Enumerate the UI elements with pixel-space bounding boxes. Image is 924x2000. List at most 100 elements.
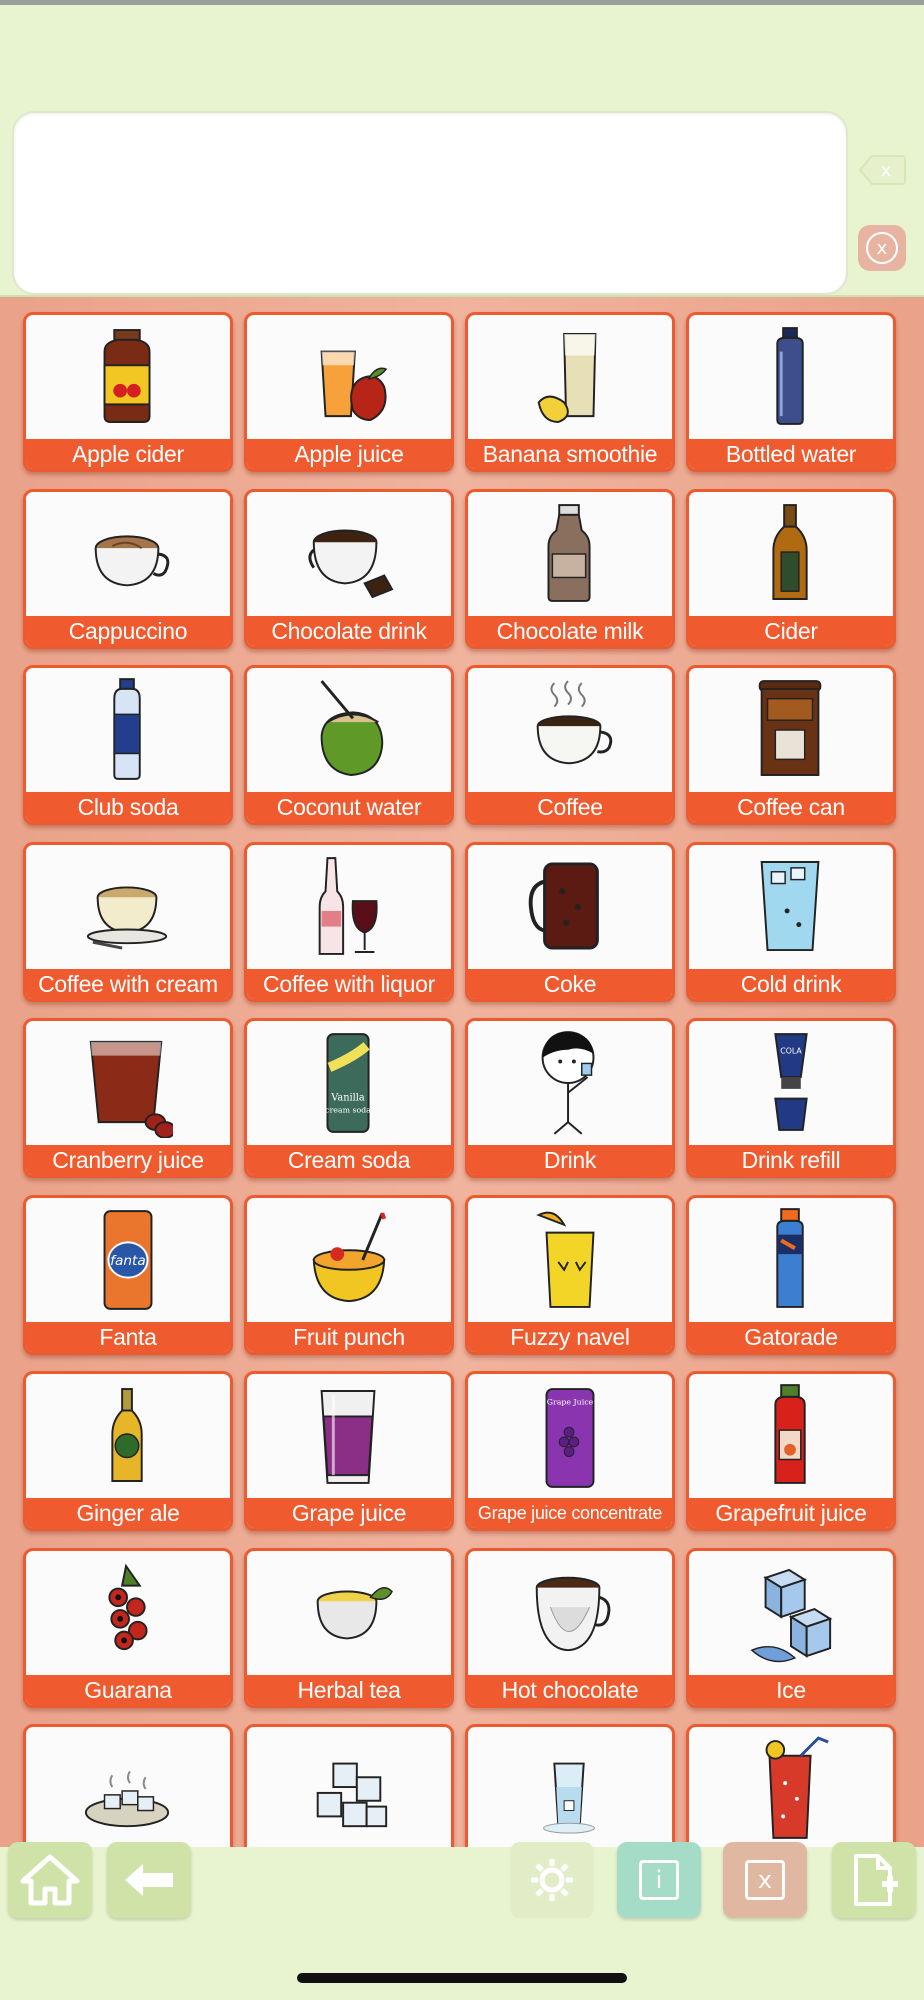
new-page-button[interactable] [832, 1842, 916, 1918]
coke-mug-icon [528, 861, 599, 950]
symbol-tile[interactable]: Drink [465, 1018, 675, 1178]
symbol-tile[interactable] [465, 1724, 675, 1847]
tile-image [247, 1378, 451, 1494]
symbol-tile[interactable]: Ice [686, 1547, 896, 1708]
tile-image [689, 496, 893, 612]
symbol-tile[interactable] [23, 1724, 233, 1847]
symbol-tile[interactable]: COLA Drink refill [686, 1018, 896, 1178]
symbol-tile[interactable]: Banana smoothie [465, 312, 675, 472]
symbol-tile[interactable]: Cider [686, 488, 896, 649]
tile-image [247, 849, 451, 965]
tile-label: Ginger ale [26, 1498, 230, 1528]
tile-label: Grape juice [247, 1498, 451, 1528]
symbol-tile[interactable]: Grape juice [244, 1371, 454, 1531]
tile-label: Cappuccino [26, 615, 230, 646]
tile-image: fanta [26, 1202, 230, 1318]
symbol-tile[interactable]: Coffee with cream [23, 841, 233, 1002]
symbol-tile[interactable]: Coffee can [686, 665, 896, 825]
tile-image [26, 496, 230, 612]
symbol-tile[interactable]: Cold drink [686, 841, 896, 1002]
tile-image [468, 672, 672, 788]
symbol-tile[interactable]: Gatorade [686, 1194, 896, 1355]
glass-of-water-icon [543, 1762, 595, 1834]
chocolate-drink-icon [308, 529, 394, 598]
close-button[interactable]: x [723, 1842, 807, 1918]
tile-label: Coffee can [689, 792, 893, 822]
gatorade-bottle-icon [776, 1207, 804, 1308]
tile-image [26, 1731, 230, 1847]
symbol-tile[interactable]: Herbal tea [244, 1547, 454, 1708]
home-icon [20, 1854, 80, 1906]
grapefruit-juice-icon [774, 1384, 806, 1484]
symbol-tile[interactable]: Chocolate milk [465, 488, 675, 649]
symbol-tile[interactable]: Grape Juice Grape juice concentrate [465, 1371, 675, 1531]
tile-label: Coke [468, 968, 672, 999]
symbol-tile[interactable]: Fuzzy navel [465, 1194, 675, 1355]
apple-juice-icon [320, 350, 388, 422]
tile-label: Coffee with cream [26, 968, 230, 999]
home-button[interactable] [8, 1842, 92, 1918]
hot-chocolate-icon [535, 1576, 611, 1651]
symbol-tile[interactable]: Grapefruit juice [686, 1371, 896, 1531]
settings-button[interactable] [510, 1842, 594, 1918]
symbol-tile[interactable]: Apple cider [23, 312, 233, 472]
tile-image [468, 1555, 672, 1671]
tile-image [247, 1202, 451, 1318]
symbol-tile[interactable]: Fruit punch [244, 1194, 454, 1355]
banana-smoothie-icon [537, 332, 597, 423]
backspace-button[interactable]: x [858, 150, 906, 190]
symbol-tile[interactable]: Chocolate drink [244, 488, 454, 649]
tile-image [468, 849, 672, 965]
svg-text:Vanilla: Vanilla [330, 1093, 365, 1104]
symbol-tile[interactable] [686, 1724, 896, 1847]
tile-image [26, 1378, 230, 1494]
tile-image [247, 672, 451, 788]
symbol-tile[interactable]: Guarana [23, 1547, 233, 1708]
symbol-tile[interactable]: Ginger ale [23, 1371, 233, 1531]
svg-text:COLA: COLA [780, 1047, 802, 1056]
symbol-tile[interactable]: Coke [465, 841, 675, 1002]
tile-image [247, 496, 451, 612]
club-soda-icon [113, 678, 141, 780]
symbol-tile[interactable]: Hot chocolate [465, 1547, 675, 1708]
symbol-tile[interactable]: Vanilla cream soda Cream soda [244, 1018, 454, 1178]
symbol-tile[interactable]: Cappuccino [23, 488, 233, 649]
backspace-icon: x [858, 155, 906, 185]
svg-text:x: x [881, 161, 891, 181]
tile-image [247, 1555, 451, 1671]
tile-image: Grape Juice [468, 1378, 672, 1494]
iced-drink-icon [765, 1736, 829, 1839]
tile-label: Grape juice concentrate [468, 1498, 672, 1528]
symbol-tile[interactable]: Coffee with liquor [244, 841, 454, 1002]
svg-text:fanta: fanta [110, 1252, 146, 1268]
tile-image [468, 319, 672, 435]
symbol-tile[interactable] [244, 1724, 454, 1847]
tile-label: Chocolate drink [247, 615, 451, 646]
tile-label: Guarana [26, 1674, 230, 1705]
symbol-tile[interactable]: Bottled water [686, 312, 896, 472]
tile-label: Drink [468, 1145, 672, 1175]
message-box[interactable] [12, 111, 848, 295]
ice-cubes-stack-icon [316, 1762, 388, 1828]
tile-image [468, 1025, 672, 1141]
back-button[interactable] [107, 1842, 191, 1918]
tile-label: Banana smoothie [468, 439, 672, 469]
tile-label: Cranberry juice [26, 1145, 230, 1175]
header-panel: x x [0, 5, 924, 297]
tile-image [247, 1731, 451, 1847]
info-button[interactable]: i [617, 1842, 701, 1918]
tile-image [26, 1025, 230, 1141]
tile-image [26, 849, 230, 965]
symbol-tile[interactable]: fanta Fanta [23, 1194, 233, 1355]
symbol-tile[interactable]: Club soda [23, 665, 233, 825]
tile-image [689, 672, 893, 788]
symbol-tile[interactable]: Apple juice [244, 312, 454, 472]
symbol-grid: Apple cider Apple juice Banana smoothie Bot… [23, 312, 896, 1847]
fanta-can-icon: fanta [103, 1209, 153, 1310]
tile-image [26, 672, 230, 788]
coconut-water-icon [320, 680, 384, 776]
symbol-tile[interactable]: Cranberry juice [23, 1018, 233, 1178]
clear-message-button[interactable]: x [858, 225, 906, 271]
symbol-tile[interactable]: Coffee [465, 665, 675, 825]
symbol-tile[interactable]: Coconut water [244, 665, 454, 825]
